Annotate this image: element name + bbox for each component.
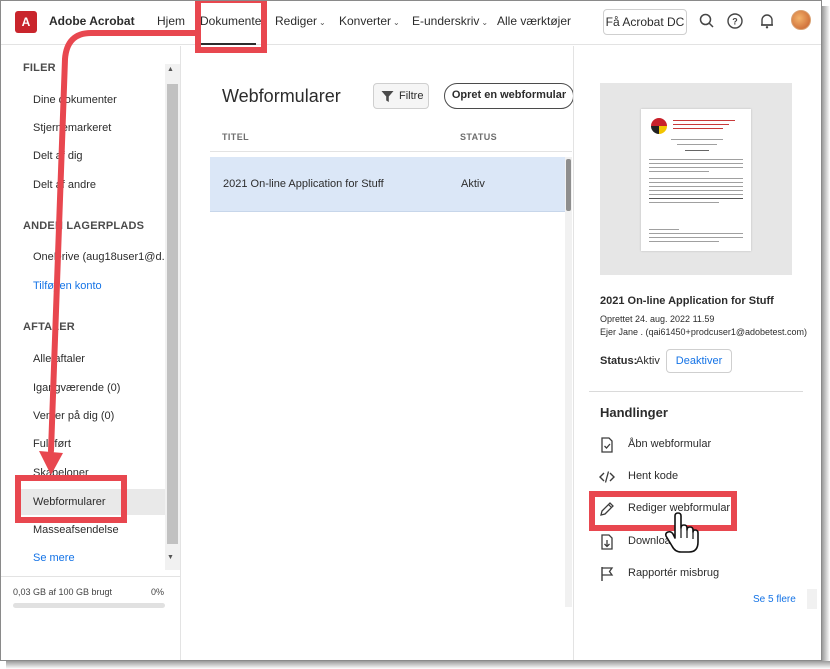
highlight-web-forms — [15, 475, 127, 523]
window-shadow-right — [822, 6, 830, 669]
window-shadow-bottom — [6, 661, 830, 669]
annotation-arrow — [39, 30, 200, 475]
highlight-documents-tab — [195, 1, 267, 53]
hand-cursor-icon — [664, 512, 699, 553]
app-window: A Adobe Acrobat Hjem Dokumenter Rediger ⌄… — [0, 0, 822, 661]
